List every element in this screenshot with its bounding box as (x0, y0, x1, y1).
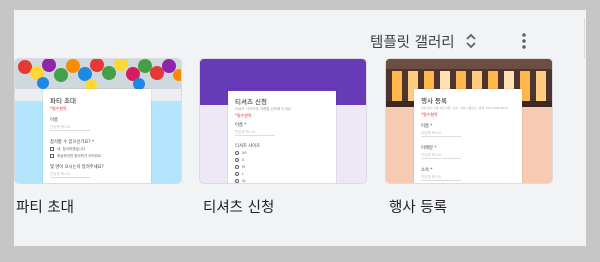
form-title: 행사 등록 (421, 97, 447, 105)
template-label: 행사 등록 (389, 200, 447, 216)
field-label: 이름 * (421, 124, 433, 129)
required-note: *필수항목 (50, 106, 67, 111)
field-label: 이름 (50, 118, 58, 123)
vertical-divider (584, 18, 585, 58)
field-label: 티셔츠 사이즈 (235, 144, 261, 149)
field-label: 이름 * (235, 123, 247, 128)
field-label: 몇 명이 오시는지 알려주세요? (50, 165, 104, 170)
field-underline (50, 177, 90, 178)
field-label: 참석할 수 있으신가요? * (50, 140, 95, 145)
radio-button (235, 151, 239, 155)
choice-label: 죄송하지만 참석하기 어려워요 (57, 154, 102, 158)
choice-label: L (242, 172, 244, 176)
field-underline (235, 135, 275, 136)
template-card-party-invite[interactable]: 파티 초대 *필수항목 이름 단답형 텍스트 참석할 수 있으신가요? * 네,… (14, 58, 182, 216)
template-gallery-label: 템플릿 갤러리 (370, 34, 455, 51)
field-label: 이메일 * (421, 146, 437, 151)
form-preview: 행사 등록 행사 일시: 1월 4일~6일 / 장소: 서울시 종로구 / 문의… (414, 89, 522, 183)
more-vert-icon[interactable] (514, 26, 534, 56)
template-label: 파티 초대 (16, 200, 74, 216)
radio-button (235, 165, 239, 169)
template-gallery-toggle[interactable]: 템플릿 갤러리 (370, 26, 477, 56)
field-underline (421, 136, 461, 137)
field-label: 소속 * (421, 168, 433, 173)
form-preview: 파티 초대 *필수항목 이름 단답형 텍스트 참석할 수 있으신가요? * 네,… (43, 89, 151, 183)
form-description: 티셔츠 사이즈와 이름을 입력해 주세요 (235, 107, 291, 111)
template-card-event-registration[interactable]: 행사 등록 행사 일시: 1월 4일~6일 / 장소: 서울시 종로구 / 문의… (385, 58, 553, 216)
choice-label: S (242, 158, 245, 162)
template-card-tshirt[interactable]: 티셔츠 신청 티셔츠 사이즈와 이름을 입력해 주세요 *필수항목 이름 * 단… (199, 58, 367, 216)
form-preview: 티셔츠 신청 티셔츠 사이즈와 이름을 입력해 주세요 *필수항목 이름 * 단… (228, 89, 336, 183)
radio-button (235, 179, 239, 183)
template-thumbnail[interactable]: 행사 등록 행사 일시: 1월 4일~6일 / 장소: 서울시 종로구 / 문의… (385, 58, 553, 184)
radio-button (235, 172, 239, 176)
required-note: *필수항목 (421, 112, 438, 117)
choice-label: XS (242, 151, 247, 155)
form-description: 행사 일시: 1월 4일~6일 / 장소: 서울시 종로구 / 문의: 010-… (421, 106, 508, 110)
choice-label: M (242, 165, 246, 169)
checkbox (50, 147, 54, 151)
form-title: 티셔츠 신청 (235, 98, 267, 106)
choice-label: 네, 참석하겠습니다 (57, 147, 85, 151)
choice-label: XL (242, 179, 247, 183)
template-thumbnail[interactable]: 티셔츠 신청 티셔츠 사이즈와 이름을 입력해 주세요 *필수항목 이름 * 단… (199, 58, 367, 184)
field-underline (421, 180, 461, 181)
radio-button (235, 158, 239, 162)
checkbox (50, 154, 54, 158)
form-title: 파티 초대 (50, 97, 76, 105)
template-label: 티셔츠 신청 (203, 200, 275, 216)
field-underline (421, 158, 461, 159)
field-underline (50, 130, 90, 131)
required-note: *필수항목 (235, 113, 252, 118)
template-gallery-panel: 템플릿 갤러리 파티 초대 *필수항목 이름 단답형 텍스트 참석할 수 있으신… (14, 10, 586, 246)
template-thumbnail[interactable]: 파티 초대 *필수항목 이름 단답형 텍스트 참석할 수 있으신가요? * 네,… (14, 58, 182, 184)
unfold-more-icon (465, 33, 477, 49)
